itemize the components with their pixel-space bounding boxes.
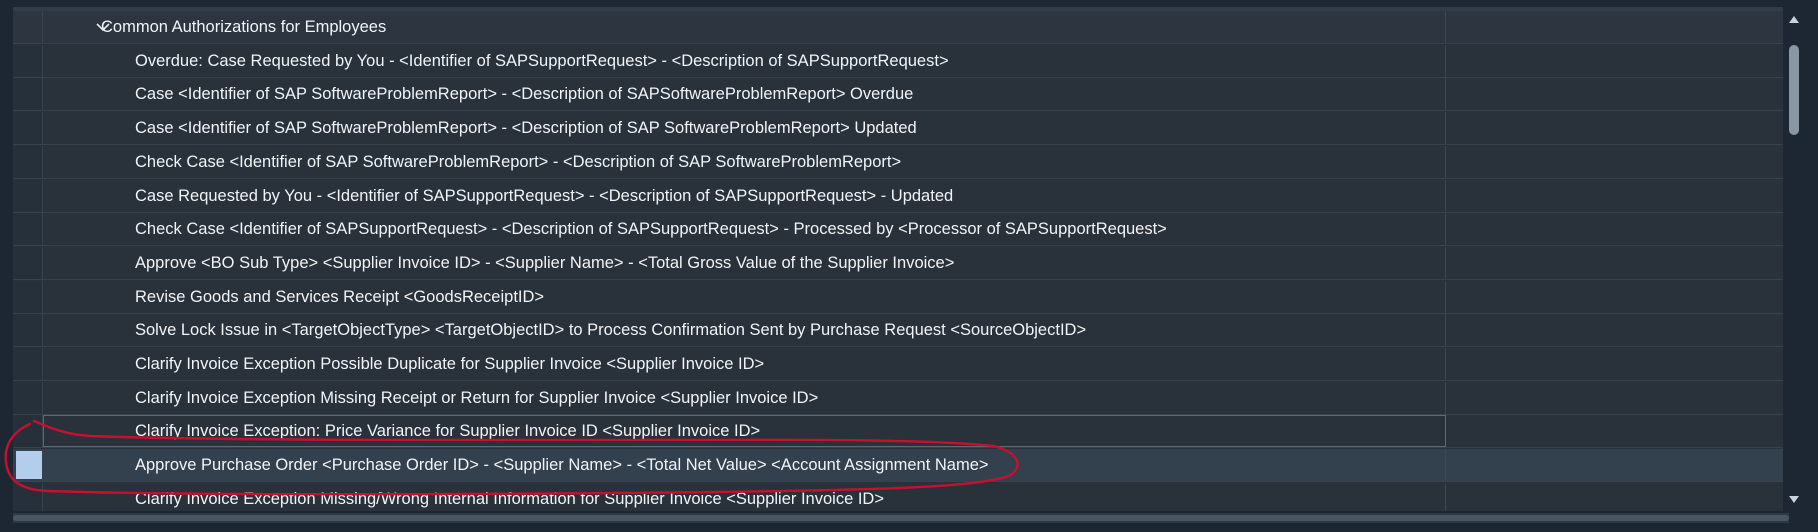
row-label: Solve Lock Issue in <TargetObjectType> <… [135, 321, 1087, 340]
table-row[interactable]: Clarify Invoice Exception Missing/Wrong … [13, 482, 1789, 511]
table-row[interactable]: Approve <BO Sub Type> <Supplier Invoice … [13, 246, 1789, 280]
table-row[interactable]: Case Requested by You - <Identifier of S… [13, 179, 1789, 213]
row-selector[interactable] [13, 381, 43, 414]
scrollbar-thumb[interactable] [1789, 45, 1799, 135]
group-cell: Common Authorizations for Employees [43, 11, 1446, 43]
row-text-cell: Check Case <Identifier of SAP SoftwarePr… [43, 145, 1446, 178]
table-row[interactable]: Case <Identifier of SAP SoftwareProblemR… [13, 78, 1789, 112]
table-row[interactable]: Overdue: Case Requested by You - <Identi… [13, 44, 1789, 78]
checkbox-cell [1446, 415, 1789, 448]
authorizations-table: Common Authorizations for Employees Over… [13, 7, 1789, 511]
row-selection-marker [16, 451, 42, 480]
table-row[interactable]: Clarify Invoice Exception: Price Varianc… [13, 415, 1789, 449]
triangle-down-icon[interactable] [1788, 495, 1800, 505]
row-text-cell: Approve Purchase Order <Purchase Order I… [43, 449, 1446, 482]
row-text-cell: Case Requested by You - <Identifier of S… [43, 179, 1446, 212]
checkbox-cell [1446, 179, 1789, 212]
row-label: Check Case <Identifier of SAPSupportRequ… [135, 220, 1167, 239]
checkbox-cell [1446, 314, 1789, 347]
table-row[interactable]: Check Case <Identifier of SAP SoftwarePr… [13, 145, 1789, 179]
row-text-cell: Case <Identifier of SAP SoftwareProblemR… [43, 112, 1446, 145]
vertical-scrollbar[interactable] [1783, 7, 1805, 511]
row-label: Clarify Invoice Exception: Price Varianc… [135, 422, 761, 441]
row-text-cell: Case <Identifier of SAP SoftwareProblemR… [43, 78, 1446, 111]
checkbox-cell [1446, 381, 1789, 414]
triangle-up-icon[interactable] [1788, 14, 1800, 24]
table-row[interactable]: Revise Goods and Services Receipt <Goods… [13, 280, 1789, 314]
row-selector[interactable] [13, 112, 43, 145]
row-label: Clarify Invoice Exception Missing Receip… [135, 388, 819, 407]
table-row[interactable]: Approve Purchase Order <Purchase Order I… [13, 449, 1789, 483]
row-label: Clarify Invoice Exception Possible Dupli… [135, 355, 765, 373]
row-label: Case <Identifier of SAP SoftwareProblemR… [135, 85, 914, 104]
row-selector[interactable] [13, 78, 43, 111]
row-label: Revise Goods and Services Receipt <Goods… [135, 287, 545, 306]
row-selector[interactable] [13, 280, 43, 313]
checkbox-cell [1446, 78, 1789, 111]
checkbox-cell [1446, 482, 1789, 511]
row-selector[interactable] [13, 145, 43, 178]
row-text-cell: Approve <BO Sub Type> <Supplier Invoice … [43, 246, 1446, 279]
checkbox-cell [1446, 348, 1789, 380]
row-selector[interactable] [13, 44, 43, 77]
table-row[interactable]: Clarify Invoice Exception Missing Receip… [13, 381, 1789, 415]
row-selector[interactable] [13, 348, 43, 380]
row-label: Clarify Invoice Exception Missing/Wrong … [135, 489, 884, 508]
row-label: Check Case <Identifier of SAP SoftwarePr… [135, 152, 902, 171]
row-selector[interactable] [13, 449, 43, 482]
row-selector[interactable] [13, 482, 43, 511]
checkbox-cell [1446, 11, 1789, 43]
row-text-cell: Clarify Invoice Exception: Price Varianc… [43, 415, 1446, 448]
row-text-cell: Overdue: Case Requested by You - <Identi… [43, 44, 1446, 77]
app-window: Common Authorizations for Employees Over… [0, 0, 1818, 532]
row-selector[interactable] [13, 314, 43, 347]
row-label: Overdue: Case Requested by You - <Identi… [135, 51, 949, 70]
checkbox-cell [1446, 112, 1789, 145]
row-selector[interactable] [13, 246, 43, 279]
row-text-cell: Clarify Invoice Exception Missing Receip… [43, 381, 1446, 414]
row-text-cell: Check Case <Identifier of SAPSupportRequ… [43, 213, 1446, 246]
table-row[interactable]: Check Case <Identifier of SAPSupportRequ… [13, 213, 1789, 247]
group-row-common-authorizations[interactable]: Common Authorizations for Employees [13, 11, 1789, 44]
table-row[interactable]: Clarify Invoice Exception Possible Dupli… [13, 348, 1789, 381]
row-label: Approve <BO Sub Type> <Supplier Invoice … [135, 253, 955, 272]
row-label: Approve Purchase Order <Purchase Order I… [135, 456, 989, 475]
row-text-cell: Solve Lock Issue in <TargetObjectType> <… [43, 314, 1446, 347]
horizontal-scrollbar[interactable] [13, 513, 1789, 523]
checkbox-cell [1446, 213, 1789, 246]
checkbox-cell [1446, 145, 1789, 178]
table-row[interactable]: Solve Lock Issue in <TargetObjectType> <… [13, 314, 1789, 348]
checkbox-cell [1446, 280, 1789, 313]
checkbox-cell [1446, 44, 1789, 77]
row-text-cell: Clarify Invoice Exception Possible Dupli… [43, 348, 1446, 380]
row-selector[interactable] [13, 179, 43, 212]
table-row[interactable]: Case <Identifier of SAP SoftwareProblemR… [13, 112, 1789, 146]
checkbox-cell [1446, 246, 1789, 279]
row-selector[interactable] [13, 415, 43, 448]
row-label: Case Requested by You - <Identifier of S… [135, 186, 954, 205]
group-label: Common Authorizations for Employees [101, 18, 387, 36]
row-selector[interactable] [13, 11, 43, 43]
row-text-cell: Clarify Invoice Exception Missing/Wrong … [43, 482, 1446, 511]
horizontal-scrollbar-thumb[interactable] [13, 515, 1789, 521]
checkbox-cell [1446, 449, 1789, 482]
row-text-cell: Revise Goods and Services Receipt <Goods… [43, 280, 1446, 313]
row-selector[interactable] [13, 213, 43, 246]
row-label: Case <Identifier of SAP SoftwareProblemR… [135, 119, 917, 138]
